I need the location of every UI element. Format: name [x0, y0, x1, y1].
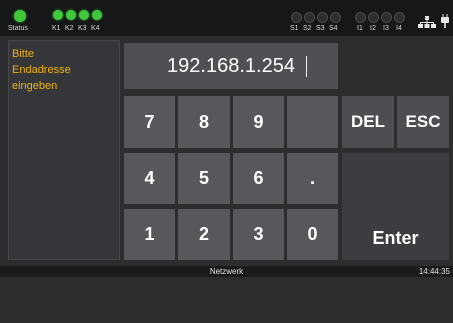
s3-label: S3 [316, 25, 325, 32]
clock: 14:44:35 [418, 267, 450, 276]
s3-led [317, 12, 328, 23]
i3-label: I3 [383, 25, 389, 32]
enter-button[interactable]: Enter [342, 153, 449, 260]
footer-bar: Netzwerk 14:44:35 [0, 266, 453, 277]
k2-label: K2 [65, 25, 74, 32]
i2-label: I2 [370, 25, 376, 32]
status-label: Status [8, 25, 28, 32]
prompt-line-3: eingeben [12, 80, 58, 92]
plug-icon [441, 14, 449, 28]
key-6[interactable]: 6 [233, 153, 284, 204]
key-3[interactable]: 3 [233, 209, 284, 260]
s1-led [291, 12, 302, 23]
status-led [14, 10, 26, 22]
i4-label: I4 [396, 25, 402, 32]
key-blank [287, 96, 338, 148]
s2-label: S2 [303, 25, 312, 32]
key-7[interactable]: 7 [124, 96, 175, 148]
k1-label: K1 [52, 25, 61, 32]
k3-label: K3 [78, 25, 87, 32]
i1-led [355, 12, 366, 23]
del-button[interactable]: DEL [342, 96, 394, 148]
k4-label: K4 [91, 25, 100, 32]
key-5[interactable]: 5 [178, 153, 230, 204]
i2-led [368, 12, 379, 23]
prompt-line-1: Bitte [12, 48, 35, 60]
i3-led [381, 12, 392, 23]
s2-led [304, 12, 315, 23]
i4-led [394, 12, 405, 23]
prompt-text: Bitte Endadresse eingeben [12, 46, 112, 94]
s4-led [330, 12, 341, 23]
key-2[interactable]: 2 [178, 209, 230, 260]
key-dot[interactable]: . [287, 153, 338, 204]
s1-label: S1 [290, 25, 299, 32]
key-4[interactable]: 4 [124, 153, 175, 204]
key-9[interactable]: 9 [233, 96, 284, 148]
esc-button[interactable]: ESC [397, 96, 449, 148]
k1-led [53, 10, 63, 20]
i1-label: I1 [357, 25, 363, 32]
network-icon [418, 16, 436, 28]
text-caret [306, 56, 307, 77]
key-8[interactable]: 8 [178, 96, 230, 148]
key-0[interactable]: 0 [287, 209, 338, 260]
footer-title: Netzwerk [209, 267, 244, 276]
prompt-line-2: Endadresse [12, 64, 71, 76]
key-1[interactable]: 1 [124, 209, 175, 260]
k4-led [92, 10, 102, 20]
k2-led [66, 10, 76, 20]
s4-label: S4 [329, 25, 338, 32]
k3-led [79, 10, 89, 20]
